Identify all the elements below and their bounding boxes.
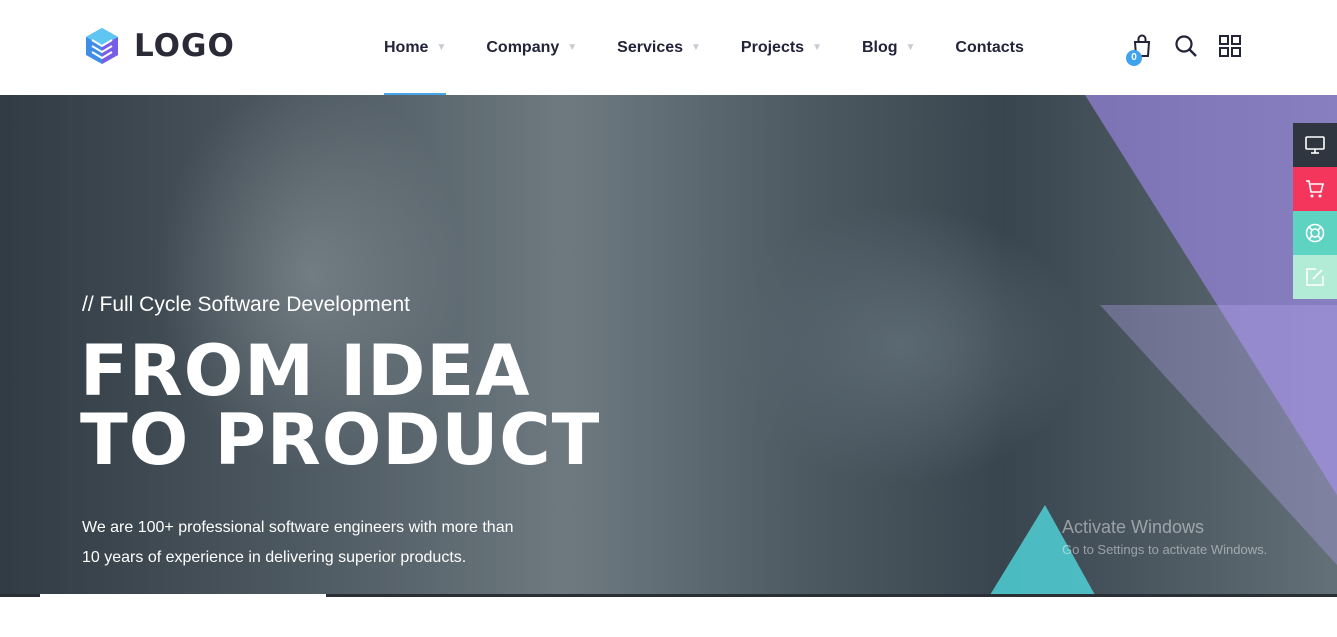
side-buy-button[interactable]: [1293, 167, 1337, 211]
activate-windows-watermark: Activate Windows Go to Settings to activ…: [1062, 517, 1267, 557]
nav-item-home[interactable]: Home ▼: [384, 0, 447, 96]
cart-icon: [1306, 180, 1325, 198]
watermark-line: Activate Windows: [1062, 517, 1205, 537]
hero-title-line: FROM IDEA: [80, 330, 531, 412]
main-nav: Home ▼ Company ▼ Services ▼ Projects ▼ B…: [384, 0, 1064, 96]
hero-text-line: 10 years of experience in delivering sup…: [82, 549, 467, 566]
cart-count-badge: 0: [1126, 50, 1142, 66]
grid-menu-icon: [1219, 35, 1241, 57]
nav-label: Projects: [740, 38, 805, 56]
menu-grid-button[interactable]: [1216, 32, 1244, 60]
nav-label: Home: [384, 38, 429, 56]
search-button[interactable]: [1172, 32, 1200, 60]
hero-title: FROM IDEA TO PRODUCT: [80, 330, 601, 481]
nav-item-blog[interactable]: Blog ▼: [862, 0, 915, 95]
nav-label: Services: [617, 38, 684, 56]
lifebuoy-icon: [1305, 223, 1325, 243]
nav-item-contacts[interactable]: Contacts: [955, 0, 1023, 95]
nav-item-services[interactable]: Services ▼: [617, 0, 701, 95]
side-demos-button[interactable]: [1293, 123, 1337, 167]
header-icons: 0: [1126, 32, 1260, 66]
chevron-down-icon: ▼: [905, 42, 916, 53]
watermark-line: Go to Settings to activate Windows.: [1062, 542, 1268, 557]
hero-section: // Full Cycle Software Development FROM …: [0, 95, 1337, 595]
slider-progress-indicator: [40, 594, 326, 597]
hero-title-line: TO PRODUCT: [80, 399, 601, 481]
search-icon: [1175, 35, 1197, 57]
hero-text-line: We are 100+ professional software engine…: [82, 519, 514, 536]
chevron-down-icon: ▼: [691, 42, 701, 53]
monitor-icon: [1305, 136, 1325, 154]
cart-button[interactable]: 0: [1126, 32, 1156, 66]
hero-subtitle: // Full Cycle Software Development: [82, 293, 410, 316]
nav-item-company[interactable]: Company ▼: [486, 0, 577, 95]
logo-icon: [86, 28, 118, 64]
nav-label: Contacts: [955, 38, 1024, 56]
chevron-down-icon: ▼: [812, 42, 822, 53]
side-toolbar: [1293, 123, 1337, 299]
logo[interactable]: LOGO: [82, 26, 235, 66]
side-support-button[interactable]: [1293, 211, 1337, 255]
chevron-down-icon: ▼: [567, 42, 578, 53]
hero-description: We are 100+ professional software engine…: [82, 513, 602, 573]
nav-label: Company: [486, 38, 560, 56]
side-docs-button[interactable]: [1293, 255, 1337, 299]
chevron-down-icon: ▼: [436, 42, 447, 53]
nav-label: Blog: [861, 38, 898, 56]
nav-item-projects[interactable]: Projects ▼: [741, 0, 822, 95]
site-header: LOGO Home ▼ Company ▼ Services ▼ Project…: [0, 0, 1337, 96]
logo-text: LOGO: [134, 28, 235, 64]
edit-icon: [1306, 268, 1324, 286]
